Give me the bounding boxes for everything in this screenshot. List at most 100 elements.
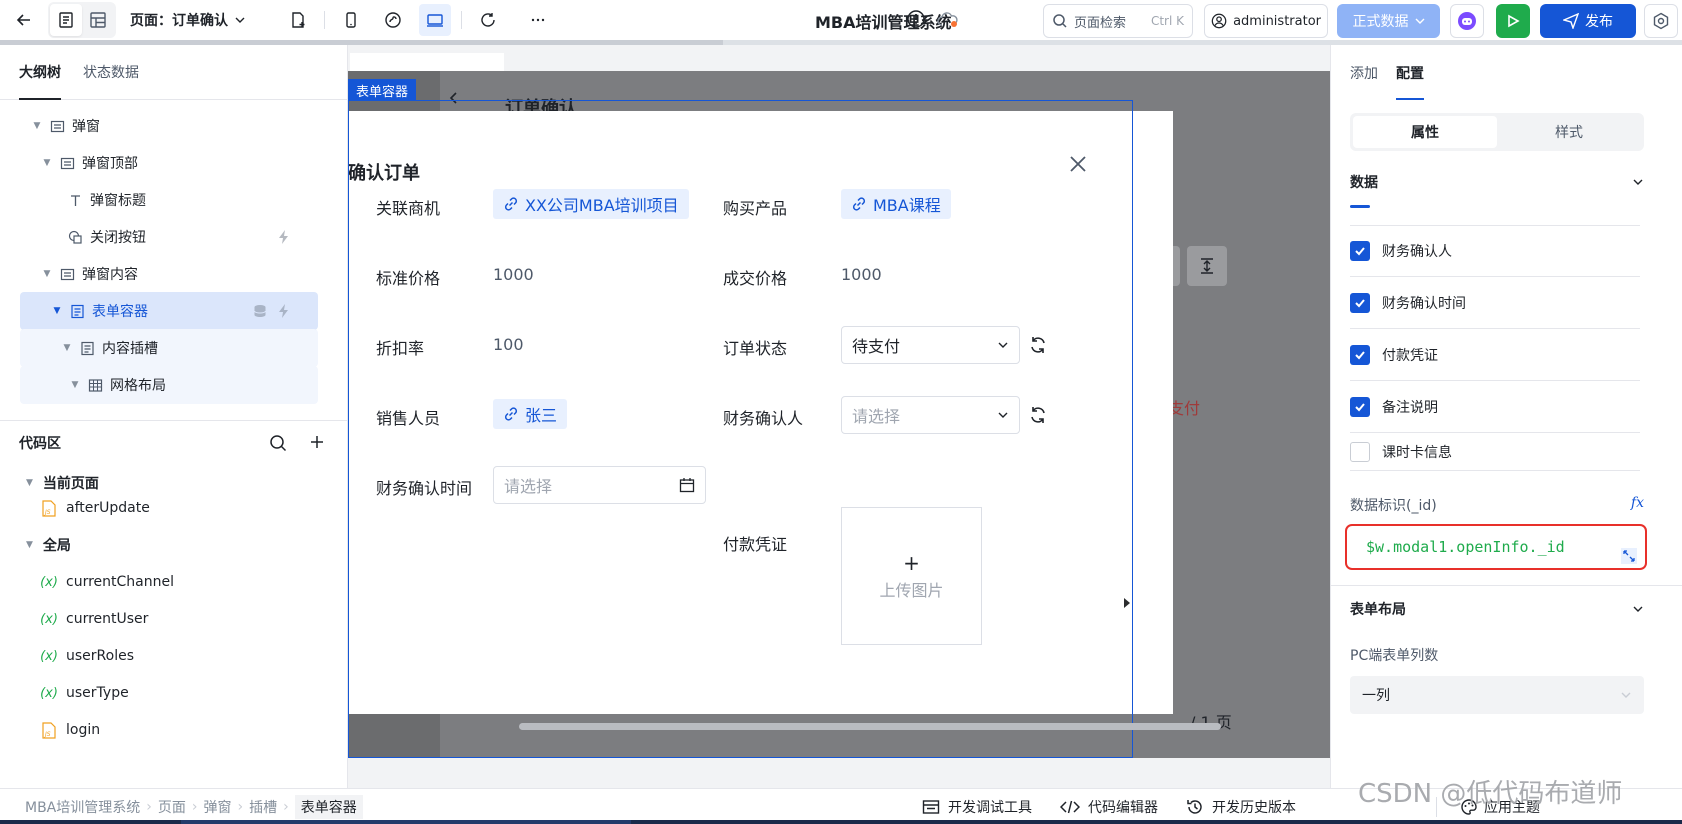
tab-outline[interactable]: 大纲树 [19, 45, 61, 100]
form-container-outline [348, 100, 1133, 758]
back-arrow-icon[interactable] [8, 4, 40, 36]
settings-button[interactable] [1644, 4, 1678, 38]
add-page-icon[interactable] [282, 4, 314, 36]
bottom-tools: 开发调试工具 代码编辑器 开发历史版本 [922, 789, 1296, 824]
js-file-icon: JS [40, 499, 58, 517]
js-file-icon: JS [40, 721, 58, 739]
run-button[interactable] [1496, 4, 1530, 38]
page-view-icon[interactable] [50, 4, 82, 36]
tab-config[interactable]: 配置 [1396, 45, 1424, 100]
layout-view-icon[interactable] [82, 4, 114, 36]
breadcrumb: MBA培训管理系统 › 页面 › 弹窗 › 插槽 › 表单容器 [0, 794, 363, 819]
svg-text:JS: JS [44, 731, 51, 738]
grid-icon [86, 376, 104, 394]
tab-state-data[interactable]: 状态数据 [83, 45, 139, 100]
checkbox-label: 课时卡信息 [1382, 444, 1452, 461]
dev-debug-tools-label: 开发调试工具 [948, 800, 1032, 816]
user-menu[interactable]: administrator [1204, 4, 1328, 38]
ai-assistant-button[interactable] [1450, 4, 1484, 38]
publish-button[interactable]: 发布 [1540, 4, 1636, 38]
segment-styles[interactable]: 样式 [1497, 116, 1641, 148]
breadcrumb-item[interactable]: 插槽 [249, 797, 277, 817]
checkbox-row-finance-confirmer[interactable]: 财务确认人 [1350, 225, 1640, 277]
more-icon[interactable] [522, 4, 554, 36]
page-selector[interactable]: 页面： 订单确认 [130, 10, 246, 30]
expand-icon[interactable] [1621, 548, 1637, 564]
left-panel: 大纲树 状态数据 ▼ 弹窗 ▼ 弹窗顶部 弹窗标题 关闭按钮 ▼ 弹窗内容 ▼ … [0, 45, 348, 788]
tree-node-content-slot[interactable]: ▼ 内容插槽 [20, 329, 318, 367]
tree-node-label: 关闭按钮 [90, 230, 146, 246]
caret-down-icon[interactable]: ▼ [70, 380, 80, 390]
tree-node-label: 表单容器 [92, 304, 148, 320]
checkbox-row-payment-voucher[interactable]: 付款凭证 [1350, 329, 1640, 381]
checkbox-checked-icon[interactable] [1350, 344, 1370, 365]
cloud-sync-icon[interactable] [936, 10, 960, 34]
checkbox-row-remarks[interactable]: 备注说明 [1350, 381, 1640, 433]
editor-canvas[interactable]: 支付 / 1 页 订单确认 确认订单 关联商机 XX公司MBA培训项目 购买产品… [348, 45, 1330, 788]
refresh-icon[interactable] [472, 4, 504, 36]
info-icon[interactable] [906, 9, 926, 33]
miniprogram-icon[interactable] [377, 4, 409, 36]
tab-add[interactable]: 添加 [1350, 45, 1378, 100]
checkbox-row-class-card[interactable]: 课时卡信息 [1350, 433, 1640, 471]
code-editor-button[interactable]: 代码编辑器 [1060, 797, 1158, 817]
code-item-afterupdate[interactable]: JS afterUpdate [0, 490, 347, 526]
section-data[interactable]: 数据 [1350, 162, 1644, 202]
page-search-input[interactable]: 页面检索 Ctrl K [1043, 4, 1193, 38]
variable-icon: (x) [40, 648, 58, 664]
caret-down-icon[interactable]: ▼ [42, 158, 52, 168]
data-mode-select[interactable]: 正式数据 [1337, 4, 1440, 38]
code-item-label: userType [66, 685, 129, 701]
canvas-horizontal-scrollbar[interactable] [519, 723, 1221, 730]
checkbox-checked-icon[interactable] [1350, 240, 1370, 261]
bg-vertical-align-icon [1187, 246, 1227, 286]
code-item-currentchannel[interactable]: (x) currentChannel [0, 564, 347, 600]
chevron-down-icon [1632, 176, 1644, 188]
fx-icon[interactable]: fx [1631, 495, 1644, 515]
section-form-layout[interactable]: 表单布局 [1350, 589, 1644, 629]
checkbox-checked-icon[interactable] [1350, 396, 1370, 417]
caret-down-icon[interactable]: ▼ [42, 269, 52, 279]
database-icon[interactable] [252, 303, 268, 319]
tree-node-modal-header[interactable]: ▼ 弹窗顶部 [20, 144, 318, 182]
container-icon [58, 154, 76, 172]
data-id-expression-input[interactable]: $w.modal1.openInfo._id [1345, 524, 1647, 570]
code-item-usertype[interactable]: (x) userType [0, 675, 347, 711]
caret-down-icon[interactable]: ▼ [32, 121, 42, 131]
mobile-preview-icon[interactable] [335, 4, 367, 36]
code-group-global[interactable]: ▼ 全局 [0, 527, 347, 563]
dev-history-button[interactable]: 开发历史版本 [1186, 797, 1296, 817]
tree-node-grid-layout[interactable]: ▼ 网格布局 [20, 366, 318, 404]
checkbox-checked-icon[interactable] [1350, 292, 1370, 313]
dev-debug-tools-button[interactable]: 开发调试工具 [922, 797, 1032, 817]
pc-columns-select[interactable]: 一列 [1350, 676, 1644, 714]
event-bolt-icon[interactable] [276, 303, 292, 319]
caret-down-icon[interactable]: ▼ [52, 306, 62, 316]
code-item-userroles[interactable]: (x) userRoles [0, 638, 347, 674]
checkbox-row-finance-time[interactable]: 财务确认时间 [1350, 277, 1640, 329]
code-item-currentuser[interactable]: (x) currentUser [0, 601, 347, 637]
event-bolt-icon[interactable] [276, 229, 292, 245]
breadcrumb-current[interactable]: 表单容器 [294, 794, 363, 819]
segment-properties[interactable]: 属性 [1353, 116, 1497, 148]
breadcrumb-item[interactable]: 弹窗 [203, 797, 231, 817]
tree-node-form-container[interactable]: ▼ 表单容器 [20, 292, 318, 330]
code-item-login[interactable]: JS login [0, 712, 347, 748]
caret-down-icon[interactable]: ▼ [62, 343, 72, 353]
checkbox-unchecked-icon[interactable] [1350, 441, 1370, 462]
tree-node-modal-title[interactable]: 弹窗标题 [20, 181, 318, 219]
breadcrumb-item[interactable]: 页面 [158, 797, 186, 817]
taskbar-strip [0, 820, 1682, 824]
desktop-preview-icon[interactable] [419, 4, 451, 36]
tree-node-modal[interactable]: ▼ 弹窗 [20, 107, 318, 145]
search-icon[interactable] [269, 434, 287, 452]
variable-icon: (x) [40, 685, 58, 701]
tree-node-modal-content[interactable]: ▼ 弹窗内容 [20, 255, 318, 293]
chevron-down-icon [235, 17, 245, 23]
add-icon[interactable] [309, 434, 325, 450]
caret-down-icon[interactable]: ▼ [26, 540, 33, 550]
breadcrumb-item[interactable]: MBA培训管理系统 [25, 797, 140, 817]
tree-node-close-button[interactable]: 关闭按钮 [20, 218, 318, 256]
user-icon [1211, 13, 1227, 29]
caret-down-icon[interactable]: ▼ [26, 478, 33, 488]
